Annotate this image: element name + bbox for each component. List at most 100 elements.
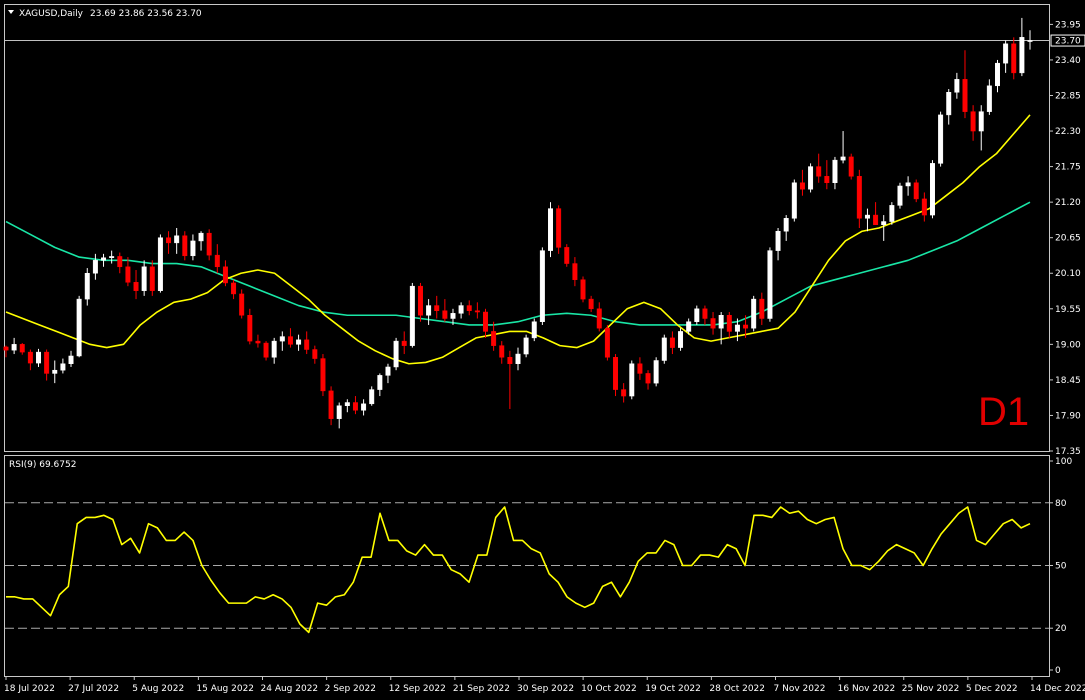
candle bbox=[856, 169, 862, 228]
price-tick-label: 23.95 bbox=[1055, 20, 1081, 30]
candle-body bbox=[637, 363, 643, 374]
candle-body bbox=[840, 156, 846, 161]
candle-body bbox=[11, 344, 17, 351]
candle-body bbox=[564, 247, 570, 264]
candle bbox=[962, 50, 968, 119]
candle-body bbox=[864, 214, 870, 219]
price-axis: 23.95 23.40 22.85 22.30 21.75 21.20 20.65 20.10… bbox=[1049, 20, 1081, 457]
candle bbox=[466, 300, 472, 316]
candle bbox=[157, 234, 163, 293]
candle-body bbox=[149, 266, 155, 291]
candle-body bbox=[661, 337, 667, 361]
candle bbox=[255, 334, 261, 348]
candle-body bbox=[718, 315, 724, 329]
candle bbox=[182, 231, 188, 261]
candle bbox=[474, 302, 480, 319]
candle-body bbox=[247, 315, 253, 342]
chart-header[interactable]: XAGUSD,Daily 23.69 23.86 23.56 23.70 bbox=[8, 9, 202, 19]
candle-body bbox=[133, 282, 139, 291]
candle bbox=[588, 295, 594, 313]
candle bbox=[458, 302, 464, 319]
candle-body bbox=[190, 240, 196, 257]
candle-body bbox=[434, 305, 440, 311]
candle bbox=[60, 358, 66, 374]
candle bbox=[434, 295, 440, 319]
candle-body bbox=[474, 310, 480, 313]
candle bbox=[946, 89, 952, 125]
candle-body bbox=[417, 285, 423, 316]
time-tick-label: 2 Sep 2022 bbox=[325, 684, 376, 694]
candle bbox=[190, 234, 196, 261]
time-tick-label: 14 Dec 2022 bbox=[1030, 684, 1085, 694]
candle-body bbox=[539, 250, 545, 322]
time-tick-label: 27 Jul 2022 bbox=[68, 684, 119, 694]
candle-body bbox=[995, 62, 1000, 87]
candle bbox=[44, 349, 50, 381]
time-tick-label: 16 Nov 2022 bbox=[838, 684, 896, 694]
candle bbox=[328, 386, 334, 426]
candle-body bbox=[588, 298, 594, 310]
candle-body bbox=[385, 366, 391, 376]
candle-body bbox=[109, 256, 115, 258]
candle bbox=[377, 373, 383, 397]
candle-body bbox=[515, 353, 521, 364]
timeframe-label: D1 bbox=[978, 390, 1029, 434]
price-tick-label: 21.75 bbox=[1055, 163, 1081, 173]
candle-body bbox=[19, 344, 25, 353]
candle bbox=[174, 228, 180, 254]
candle-body bbox=[255, 340, 261, 344]
candle bbox=[279, 331, 285, 351]
candle-body bbox=[832, 159, 838, 184]
candle bbox=[263, 341, 269, 361]
candle bbox=[369, 386, 375, 406]
candle-body bbox=[344, 402, 350, 407]
candle-body bbox=[466, 305, 472, 311]
candle-body bbox=[775, 230, 781, 251]
candle bbox=[808, 163, 814, 193]
candle-body bbox=[970, 111, 976, 132]
candle bbox=[166, 231, 172, 254]
candle bbox=[921, 192, 927, 222]
candle-body bbox=[263, 342, 269, 358]
candle bbox=[222, 260, 228, 287]
symbol-label: XAGUSD,Daily bbox=[19, 9, 84, 19]
candle-body bbox=[978, 111, 984, 132]
candle-body bbox=[759, 298, 765, 319]
candle-body bbox=[921, 198, 927, 216]
candle-body bbox=[621, 389, 627, 397]
candle-body bbox=[726, 315, 732, 332]
candle bbox=[304, 331, 310, 355]
candle bbox=[133, 270, 139, 300]
rsi-tick-label: 80 bbox=[1055, 499, 1067, 509]
candle-body bbox=[271, 340, 277, 358]
candle bbox=[678, 328, 684, 351]
rsi-axis: 100 80 50 20 0 bbox=[1049, 457, 1072, 676]
rsi-tick-label: 50 bbox=[1055, 562, 1067, 572]
candle-body bbox=[60, 363, 66, 371]
candle bbox=[629, 360, 635, 400]
candle bbox=[409, 282, 415, 348]
candle bbox=[864, 208, 870, 232]
candle-body bbox=[182, 235, 188, 257]
triangle-down-icon[interactable] bbox=[8, 10, 14, 14]
candle bbox=[621, 383, 627, 403]
candle bbox=[978, 105, 984, 151]
candle bbox=[117, 252, 123, 274]
price-tick-label: 22.30 bbox=[1055, 127, 1081, 137]
candle-body bbox=[645, 373, 651, 384]
candle-body bbox=[824, 176, 830, 184]
time-tick-label: 21 Sep 2022 bbox=[453, 684, 510, 694]
price-tick-label: 21.20 bbox=[1055, 198, 1081, 208]
chart-canvas[interactable]: 23.95 23.40 22.85 22.30 21.75 21.20 20.65 20.10… bbox=[0, 0, 1085, 700]
candle-body bbox=[751, 298, 757, 329]
candle-body bbox=[336, 405, 342, 419]
candle bbox=[653, 357, 659, 387]
candle-body bbox=[206, 232, 212, 256]
candle-body bbox=[36, 351, 41, 364]
candle bbox=[141, 260, 147, 296]
price-tick-label: 19.00 bbox=[1055, 340, 1081, 350]
candle-body bbox=[954, 79, 960, 93]
candle-body bbox=[491, 331, 497, 346]
candle-body bbox=[791, 182, 797, 219]
candle-body bbox=[125, 266, 131, 283]
